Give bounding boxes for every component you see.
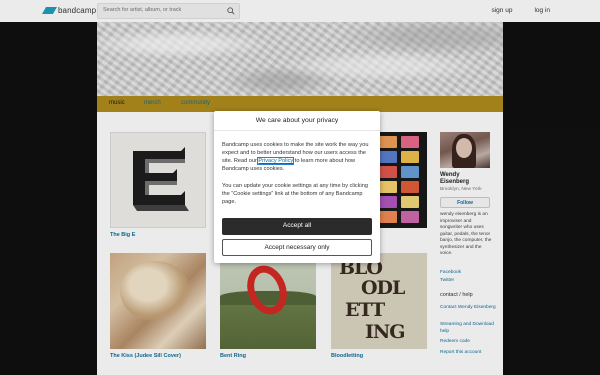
accept-necessary-button[interactable]: Accept necessary only (222, 239, 372, 256)
privacy-policy-link[interactable]: Privacy Policy (257, 157, 295, 165)
cookie-description: Bandcamp uses cookies to make the site w… (222, 141, 374, 173)
cookie-consent-dialog: We care about your privacy Bandcamp uses… (214, 111, 380, 263)
accept-all-button[interactable]: Accept all (222, 218, 372, 235)
dialog-title: We care about your privacy (214, 111, 380, 131)
cookie-settings-note: You can update your cookie settings at a… (222, 183, 368, 205)
